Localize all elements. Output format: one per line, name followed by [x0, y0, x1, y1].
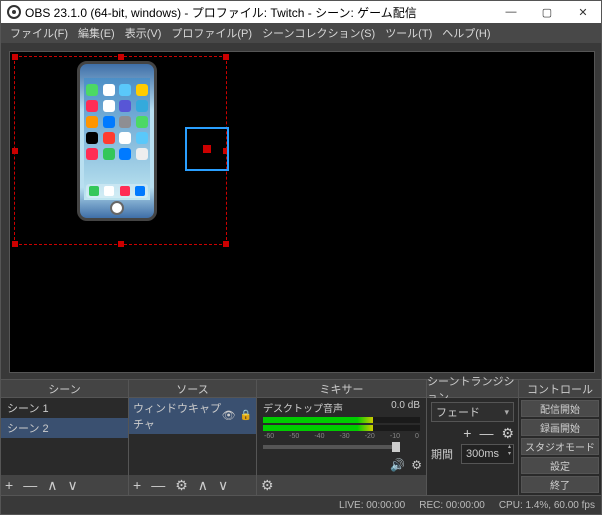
source-name: ウィンドウキャプチャ	[133, 400, 222, 432]
volume-slider[interactable]	[263, 445, 398, 449]
controls-dock: コントロール 配信開始 録画開始 スタジオモード 設定 終了	[519, 380, 601, 495]
window-buttons: — ▢ ✕	[493, 1, 601, 23]
controls-header: コントロール	[519, 380, 601, 398]
audio-meter-2	[263, 425, 420, 431]
scene-item-1[interactable]: シーン 1	[1, 398, 128, 418]
titlebar[interactable]: OBS 23.1.0 (64-bit, windows) - プロファイル: T…	[1, 1, 601, 23]
resize-handle-br[interactable]	[223, 241, 229, 247]
resize-handle-tr[interactable]	[223, 54, 229, 60]
transitions-dock: シーントランジション フェード + — ⚙ 期間 300ms	[427, 380, 519, 495]
mixer-toolbar: ⚙	[257, 475, 426, 495]
source-up-button[interactable]: ∧	[198, 478, 208, 492]
app-window: OBS 23.1.0 (64-bit, windows) - プロファイル: T…	[0, 0, 602, 515]
crop-indicator[interactable]	[185, 127, 229, 171]
scene-item-2[interactable]: シーン 2	[1, 418, 128, 438]
resize-handle-tl[interactable]	[12, 54, 18, 60]
mixer-gear-icon[interactable]: ⚙	[411, 459, 422, 471]
start-stream-button[interactable]: 配信開始	[521, 400, 599, 417]
resize-handle-bl[interactable]	[12, 241, 18, 247]
duration-spinbox[interactable]: 300ms	[461, 444, 514, 464]
meter-ticks: -60-50-40-30-20-100	[263, 433, 420, 441]
mixer-body: デスクトップ音声 0.0 dB -60-50-40-30-20-100 🔊 ⚙	[257, 398, 426, 475]
settings-button[interactable]: 設定	[521, 457, 599, 474]
status-cpu: CPU: 1.4%, 60.00 fps	[499, 500, 595, 511]
mixer-settings-gear-icon[interactable]: ⚙	[261, 478, 274, 492]
resize-handle-tm[interactable]	[118, 54, 124, 60]
captured-window-phone	[77, 61, 157, 221]
preview-canvas[interactable]	[9, 51, 595, 373]
scenes-toolbar: + — ∧ ∨	[1, 475, 128, 495]
menu-scenecollection[interactable]: シーンコレクション(S)	[257, 23, 380, 43]
menu-bar: ファイル(F) 編集(E) 表示(V) プロファイル(P) シーンコレクション(…	[1, 23, 601, 43]
scene-up-button[interactable]: ∧	[47, 478, 57, 492]
sources-toolbar: + — ⚙ ∧ ∨	[129, 475, 256, 495]
source-props-gear-icon[interactable]: ⚙	[175, 478, 188, 492]
mixer-dock: ミキサー デスクトップ音声 0.0 dB -60-50-40-30-20-100	[257, 380, 427, 495]
controls-body: 配信開始 録画開始 スタジオモード 設定 終了	[519, 398, 601, 495]
lock-icon[interactable]: 🔒	[240, 411, 252, 421]
resize-handle-ml[interactable]	[12, 148, 18, 154]
maximize-button[interactable]: ▢	[529, 1, 565, 23]
visibility-eye-icon[interactable]: 👁	[222, 411, 236, 422]
studio-mode-button[interactable]: スタジオモード	[521, 438, 599, 455]
client-area: シーン シーン 1 シーン 2 + — ∧ ∨ ソース ウィンドウキャプチャ	[1, 43, 601, 514]
transition-select[interactable]: フェード	[431, 402, 514, 422]
menu-view[interactable]: 表示(V)	[120, 23, 167, 43]
add-scene-button[interactable]: +	[5, 478, 13, 492]
add-transition-button[interactable]: +	[463, 426, 471, 440]
window-title: OBS 23.1.0 (64-bit, windows) - プロファイル: T…	[25, 4, 493, 21]
mixer-track: デスクトップ音声 0.0 dB -60-50-40-30-20-100	[257, 398, 426, 453]
menu-profile[interactable]: プロファイル(P)	[166, 23, 257, 43]
transitions-header: シーントランジション	[427, 380, 518, 398]
resize-handle-bm[interactable]	[118, 241, 124, 247]
status-rec: REC: 00:00:00	[419, 500, 485, 511]
source-down-button[interactable]: ∨	[218, 478, 228, 492]
menu-tools[interactable]: ツール(T)	[380, 23, 437, 43]
scenes-header: シーン	[1, 380, 128, 398]
remove-transition-button[interactable]: —	[479, 426, 493, 440]
mixer-icons: 🔊 ⚙	[390, 459, 422, 471]
status-live: LIVE: 00:00:00	[339, 500, 405, 511]
sources-list[interactable]: ウィンドウキャプチャ 👁 🔒	[129, 398, 256, 475]
obs-logo-icon	[7, 5, 21, 19]
remove-source-button[interactable]: —	[151, 478, 165, 492]
duration-label: 期間	[431, 446, 457, 462]
transitions-body: フェード + — ⚙ 期間 300ms	[427, 398, 518, 495]
docks-row: シーン シーン 1 シーン 2 + — ∧ ∨ ソース ウィンドウキャプチャ	[1, 379, 601, 496]
scenes-dock: シーン シーン 1 シーン 2 + — ∧ ∨	[1, 380, 129, 495]
status-bar: LIVE: 00:00:00 REC: 00:00:00 CPU: 1.4%, …	[1, 496, 601, 514]
preview-area	[1, 43, 601, 379]
minimize-button[interactable]: —	[493, 1, 529, 23]
sources-header: ソース	[129, 380, 256, 398]
menu-help[interactable]: ヘルプ(H)	[437, 23, 495, 43]
scene-down-button[interactable]: ∨	[67, 478, 77, 492]
add-source-button[interactable]: +	[133, 478, 141, 492]
exit-button[interactable]: 終了	[521, 476, 599, 493]
transition-gear-icon[interactable]: ⚙	[501, 426, 514, 440]
scenes-list[interactable]: シーン 1 シーン 2	[1, 398, 128, 475]
slider-thumb[interactable]	[392, 442, 400, 452]
mixer-track-db: 0.0 dB	[391, 400, 420, 415]
source-item[interactable]: ウィンドウキャプチャ 👁 🔒	[129, 398, 256, 434]
remove-scene-button[interactable]: —	[23, 478, 37, 492]
start-record-button[interactable]: 録画開始	[521, 419, 599, 436]
mixer-track-name: デスクトップ音声	[263, 400, 391, 415]
speaker-icon[interactable]: 🔊	[390, 459, 405, 471]
close-button[interactable]: ✕	[565, 1, 601, 23]
menu-file[interactable]: ファイル(F)	[5, 23, 73, 43]
sources-dock: ソース ウィンドウキャプチャ 👁 🔒 + — ⚙ ∧ ∨	[129, 380, 257, 495]
audio-meter	[263, 417, 420, 423]
mixer-header: ミキサー	[257, 380, 426, 398]
menu-edit[interactable]: 編集(E)	[73, 23, 120, 43]
